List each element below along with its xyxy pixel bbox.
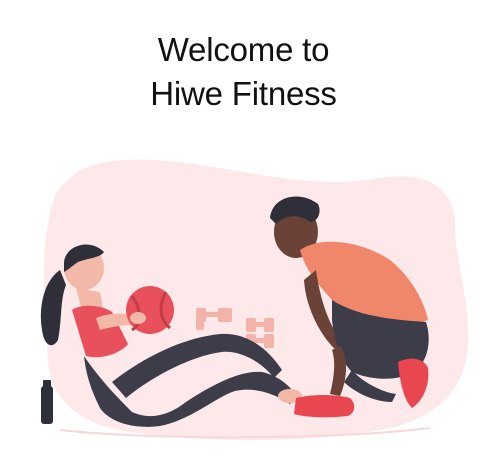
welcome-screen: Welcome to Hiwe Fitness [0, 0, 487, 468]
water-bottle-icon [41, 380, 53, 424]
medicine-ball-icon [126, 286, 174, 334]
fitness-illustration [40, 159, 469, 440]
